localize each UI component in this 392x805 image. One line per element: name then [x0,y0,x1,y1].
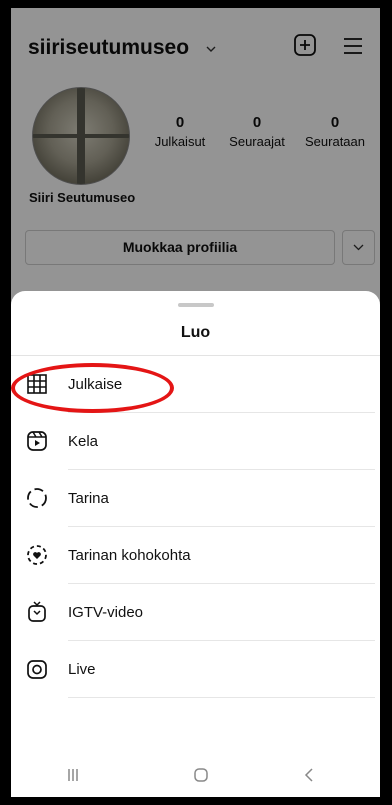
menu-item-label: Live [68,661,96,678]
create-live-item[interactable]: Live [11,641,380,698]
menu-item-label: IGTV-video [68,604,144,621]
menu-item-label: Kela [68,433,99,450]
highlight-icon [27,545,47,565]
live-camera-icon [27,660,47,679]
annotation-circle [11,363,174,413]
sheet-title: Luo [180,324,211,341]
system-nav-bar [11,753,380,797]
divider [68,697,375,698]
drag-handle[interactable] [178,303,214,307]
igtv-icon [28,601,46,622]
recent-apps-icon[interactable] [61,763,85,787]
story-icon [27,488,47,508]
create-reel-item[interactable]: Kela [11,413,380,470]
create-igtv-item[interactable]: IGTV-video [11,584,380,641]
menu-item-label: Tarinan kohokohta [68,547,191,564]
create-story-item[interactable]: Tarina [11,470,380,527]
reels-icon [27,431,47,451]
phone-screen: siiriseutumuseo 0 Julkaisut 0 Seuraajat … [11,8,380,797]
menu-item-label: Tarina [68,490,109,507]
create-highlight-item[interactable]: Tarinan kohokohta [11,527,380,584]
back-icon[interactable] [298,763,322,787]
home-icon[interactable] [189,763,213,787]
